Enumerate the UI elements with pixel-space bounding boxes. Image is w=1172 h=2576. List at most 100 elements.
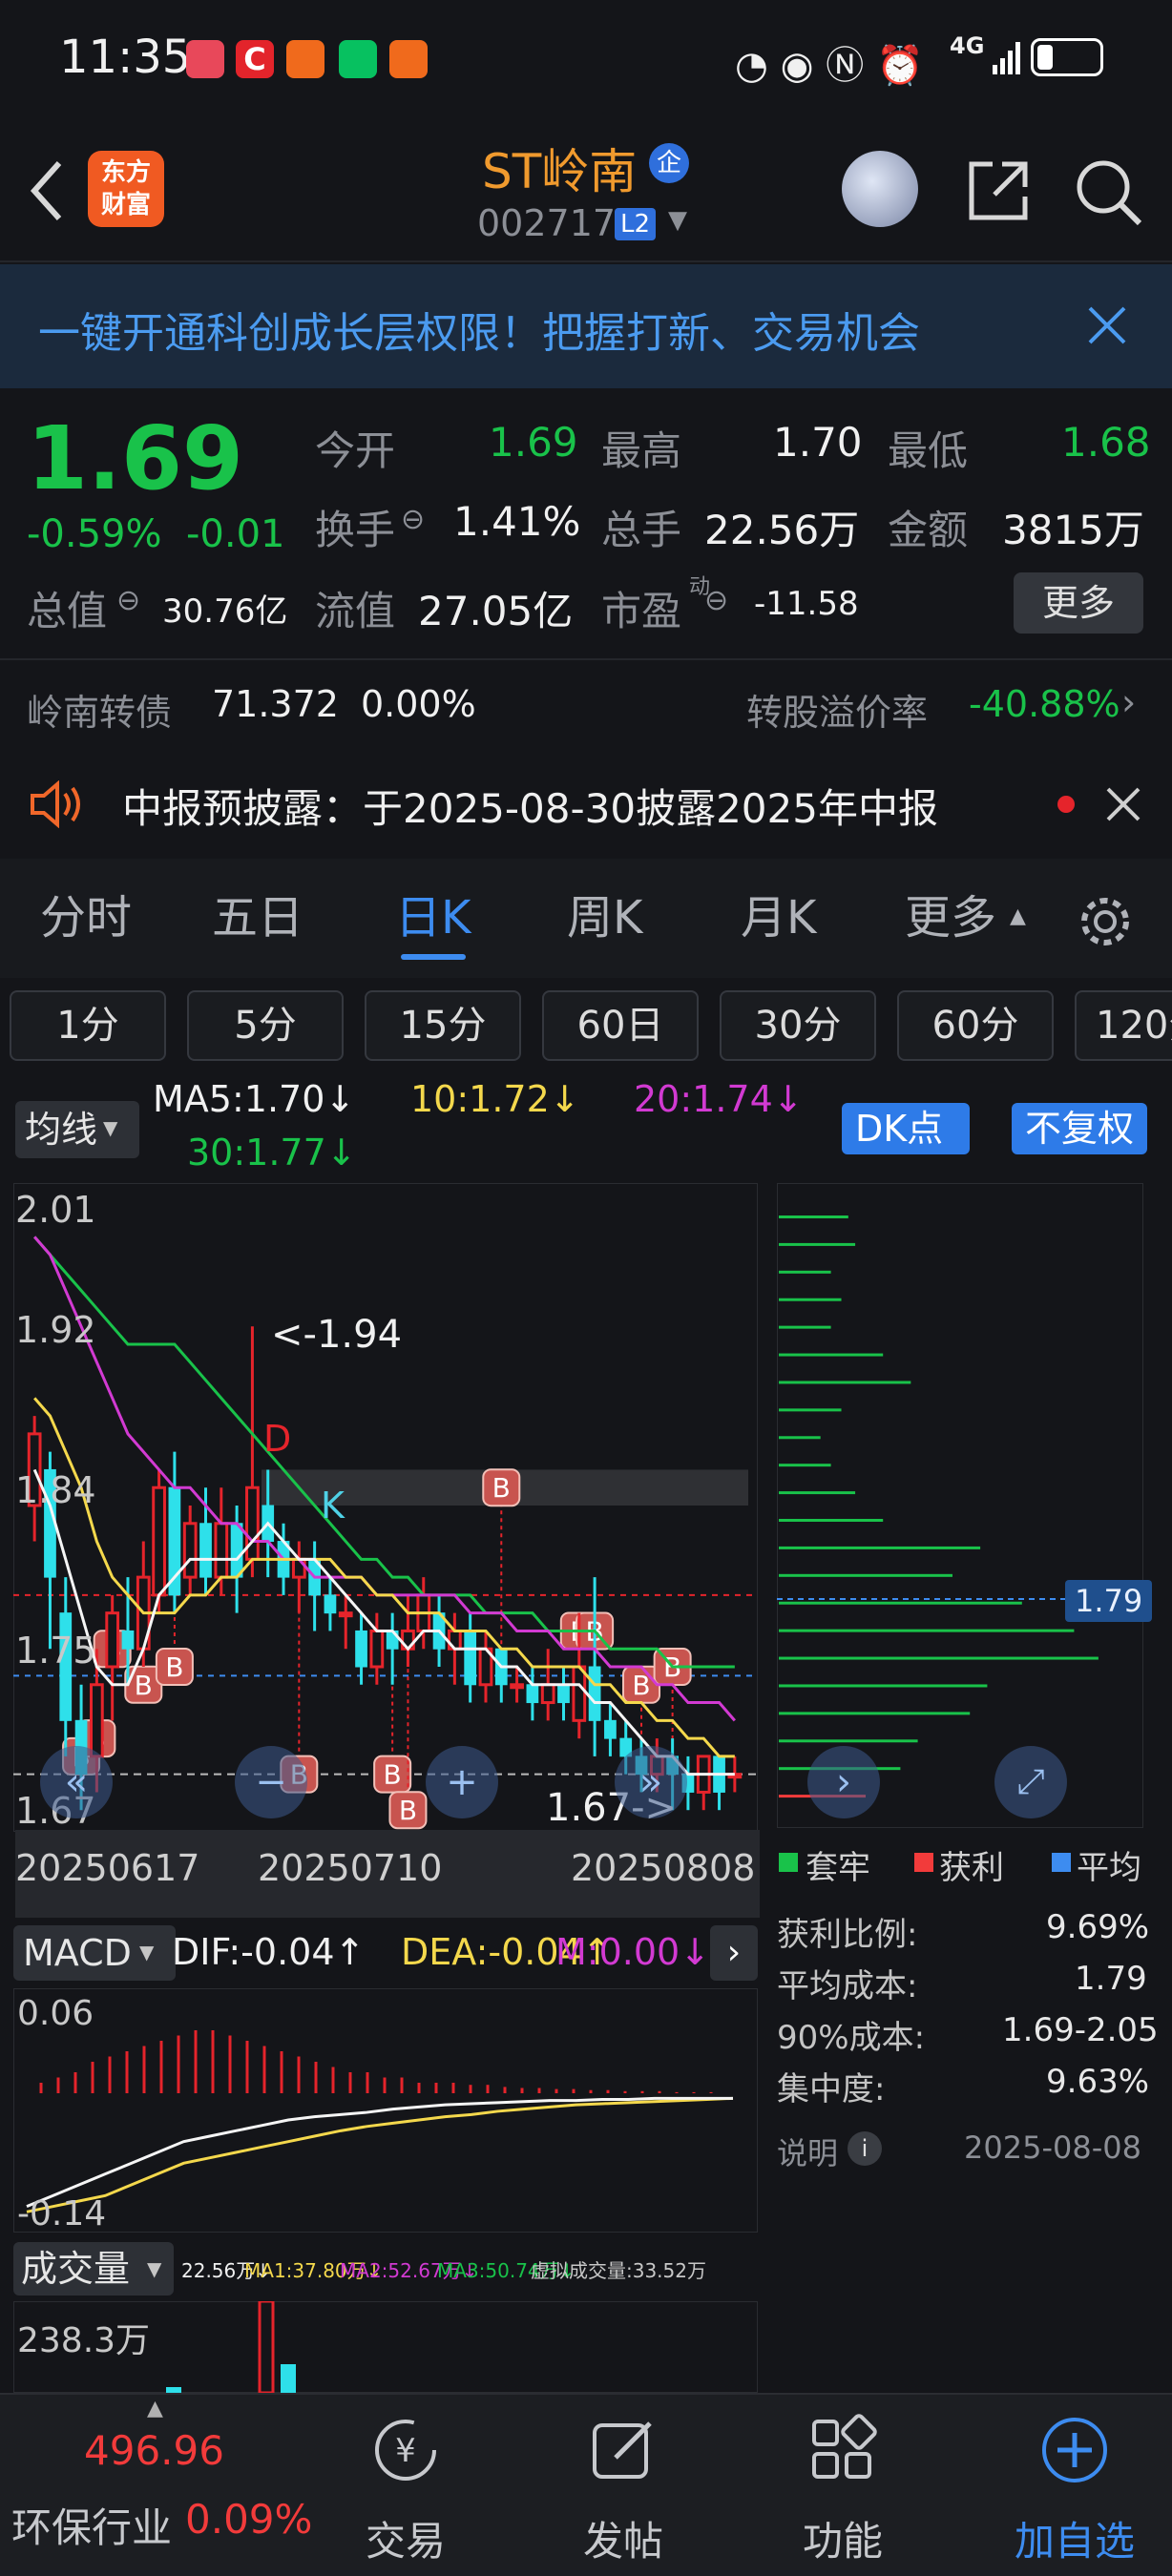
macd-chart[interactable] [13, 1988, 758, 2233]
banner-text[interactable]: 一键开通科创成长层权限！把握打新、交易机会 [38, 299, 920, 360]
period-60min[interactable]: 60分 [897, 990, 1054, 1061]
chip-bar [779, 1712, 971, 1715]
industry-index[interactable]: ▲ 496.96 环保行业 0.09% [0, 2395, 312, 2576]
dea-line [26, 2096, 734, 2213]
stock-code: 002717 [477, 202, 617, 244]
macd-next-icon[interactable]: › [710, 1925, 758, 1981]
chevron-down-icon[interactable]: ▼ [668, 206, 687, 235]
promo-banner[interactable]: 一键开通科创成长层权限！把握打新、交易机会 [0, 264, 1172, 388]
c-app-icon: C [236, 40, 274, 78]
robot-assistant-icon[interactable] [842, 151, 918, 227]
candlestick-chart[interactable]: BBBBBBBBBBBBB [13, 1183, 758, 1832]
zoom-out-icon[interactable]: − [235, 1746, 307, 1818]
candle-body [526, 1684, 539, 1704]
period-row: 1分 5分 15分 60日 30分 60分 120分 [0, 983, 1172, 1064]
candle-body [214, 1522, 229, 1579]
signal-icon [993, 42, 1020, 74]
notice-text[interactable]: 中报预披露：于2025-08-30披露2025年中报 [122, 777, 938, 835]
x-tick-3: 20250808 [571, 1847, 756, 1889]
info-icon[interactable]: ⊖ [401, 503, 425, 536]
note-label[interactable]: 说明 [777, 2129, 838, 2173]
y-tick-2: 1.92 [15, 1309, 96, 1351]
settings-gear-icon[interactable] [1077, 893, 1134, 950]
tab-intraday[interactable]: 分时 [40, 859, 132, 978]
dk-point-button[interactable]: DK点 [842, 1103, 971, 1154]
buy-mark-label: B [384, 1759, 402, 1791]
profit-ratio-value: 9.69% [1046, 1908, 1150, 1946]
stock-name: ST岭南 [482, 144, 638, 199]
chip-next-icon[interactable]: › [807, 1746, 880, 1818]
ma10-legend: 10:1.72↓ [410, 1078, 580, 1120]
level2-badge[interactable]: L2 [615, 208, 657, 240]
volume-bar [281, 2364, 296, 2393]
change-percent: -0.59% [27, 512, 162, 556]
info-icon-4[interactable]: i [848, 2131, 882, 2166]
back-icon[interactable] [27, 157, 65, 224]
candle-body [338, 1611, 353, 1618]
premium-label: 转股溢价率 [746, 692, 929, 734]
chip-bar [779, 1573, 952, 1577]
eastmoney-logo[interactable]: 东方 财富 [88, 151, 164, 227]
candle-body [355, 1630, 367, 1668]
caret-up-icon: ▲ [1010, 904, 1026, 928]
period-30min[interactable]: 30分 [720, 990, 876, 1061]
share-icon[interactable] [964, 156, 1033, 225]
nav-post[interactable]: 发帖 [552, 2395, 695, 2576]
chip-bar [779, 1408, 842, 1412]
expand-icon[interactable]: ⤢ [994, 1746, 1067, 1818]
close-notice-icon[interactable] [1105, 786, 1141, 822]
candle-body [121, 1630, 135, 1650]
ma20-legend: 20:1.74↓ [634, 1078, 804, 1120]
chevron-right-icon[interactable]: › [1121, 681, 1136, 723]
candle-body [557, 1684, 570, 1704]
function-label: 功能 [802, 2518, 883, 2565]
chip-bar [779, 1519, 884, 1522]
huawei-app-icon [186, 40, 224, 78]
search-icon[interactable] [1073, 156, 1143, 227]
enterprise-badge: 企 [649, 143, 689, 183]
grid-icon [812, 2414, 877, 2479]
high-value: 1.70 [773, 419, 863, 466]
nav-function[interactable]: 功能 [771, 2395, 914, 2576]
status-time: 11:35 [59, 31, 192, 84]
ma-selector-caret-icon: ▼ [103, 1116, 118, 1139]
convertible-row[interactable]: 岭南转债 71.372 0.00% 转股溢价率 -40.88% › [0, 658, 1172, 744]
profit-ratio-label: 获利比例: [777, 1916, 918, 1954]
candle-body [105, 1611, 120, 1669]
open-value: 1.69 [489, 419, 578, 466]
cb-pct: 0.00% [361, 683, 476, 725]
info-icon-2[interactable]: ⊖ [116, 584, 140, 617]
zoom-in-icon[interactable]: + [426, 1746, 498, 1818]
more-button[interactable]: 更多 [1014, 572, 1143, 634]
nav-trade[interactable]: ¥ 交易 [334, 2395, 477, 2576]
tab-more[interactable]: 更多 [905, 859, 996, 978]
nav-add-watchlist[interactable]: 加自选 [989, 2395, 1161, 2576]
legend-profit-swatch [914, 1853, 933, 1872]
period-1min[interactable]: 1分 [10, 990, 166, 1061]
ma-selector[interactable]: 均线 [15, 1101, 140, 1158]
adjust-button[interactable]: 不复权 [1012, 1103, 1148, 1154]
close-icon[interactable] [1086, 304, 1128, 346]
index-pct: 0.09% [185, 2496, 313, 2543]
notice-bar[interactable]: 中报预披露：于2025-08-30披露2025年中报 [0, 754, 1172, 854]
period-15min[interactable]: 15分 [365, 990, 521, 1061]
tab-weekly-k[interactable]: 周K [567, 859, 642, 978]
tab-daily-k[interactable]: 日K [395, 859, 471, 978]
scroll-left-icon[interactable]: « [40, 1746, 113, 1818]
chip-bar [779, 1270, 831, 1274]
period-120min[interactable]: 120分 [1075, 990, 1172, 1061]
mktcap-value: 30.76亿 [162, 592, 288, 631]
tab-five-day[interactable]: 五日 [212, 859, 303, 978]
macd-m: M:0.00↓ [555, 1931, 711, 1973]
period-5min[interactable]: 5分 [187, 990, 344, 1061]
chip-distribution-chart[interactable] [777, 1183, 1143, 1828]
chip-bar [779, 1381, 911, 1384]
scroll-right-icon[interactable]: » [615, 1746, 687, 1818]
post-label: 发帖 [582, 2518, 663, 2565]
tab-monthly-k[interactable]: 月K [741, 859, 816, 978]
period-60day[interactable]: 60日 [542, 990, 699, 1061]
candle-body [588, 1666, 601, 1721]
bottom-nav: ▲ 496.96 环保行业 0.09% ¥ 交易 发帖 功能 加自选 [0, 2393, 1172, 2576]
info-icon-3[interactable]: ⊖ [704, 584, 728, 617]
premium-value: -40.88% [969, 683, 1120, 725]
